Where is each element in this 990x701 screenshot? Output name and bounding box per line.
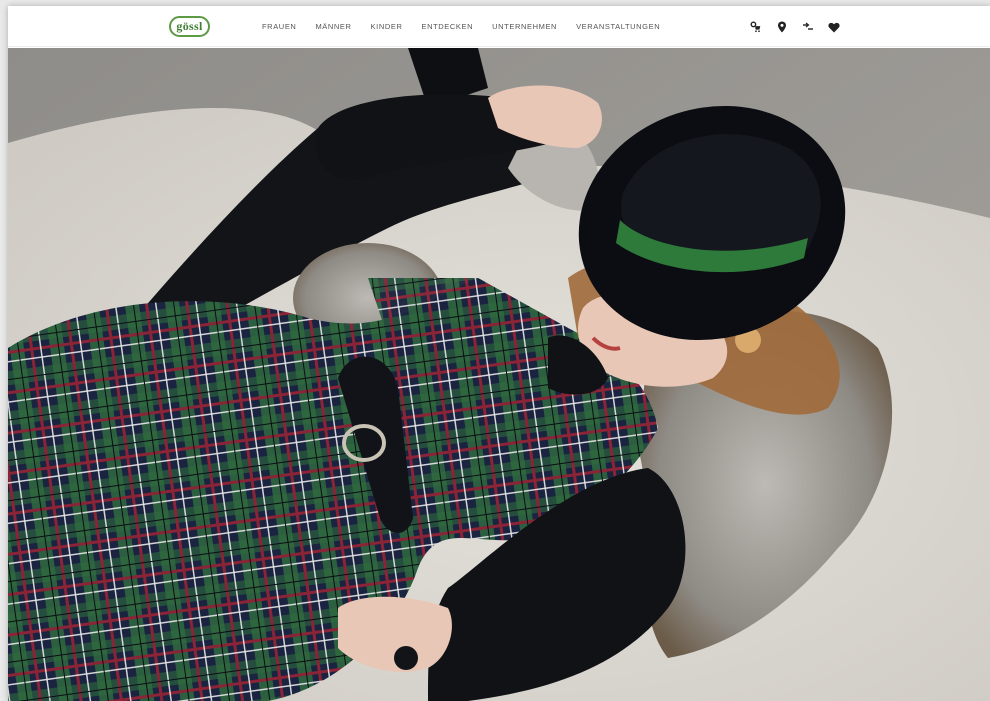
bracelet (394, 646, 418, 670)
heart-icon[interactable] (828, 21, 840, 33)
brand-logo[interactable]: gössl (169, 16, 210, 37)
browser-page: gössl FRAUEN MÄNNER KINDER ENTDECKEN UNT… (8, 6, 990, 701)
hero-campaign-image (8, 48, 990, 701)
hero-photo-illustration (8, 48, 990, 701)
nav-item-unternehmen[interactable]: UNTERNEHMEN (492, 22, 557, 31)
nav-item-entdecken[interactable]: ENTDECKEN (421, 22, 473, 31)
top-navigation-bar: gössl FRAUEN MÄNNER KINDER ENTDECKEN UNT… (8, 6, 990, 47)
nav-item-veranstaltungen[interactable]: VERANSTALTUNGEN (576, 22, 660, 31)
main-navigation: FRAUEN MÄNNER KINDER ENTDECKEN UNTERNEHM… (262, 6, 679, 47)
brand-logo-text: gössl (176, 19, 203, 33)
nav-item-kinder[interactable]: KINDER (371, 22, 403, 31)
header-icon-group (750, 18, 854, 36)
nav-item-frauen[interactable]: FRAUEN (262, 22, 296, 31)
location-pin-icon[interactable] (776, 21, 788, 33)
nav-item-maenner[interactable]: MÄNNER (315, 22, 351, 31)
language-switch-icon[interactable] (802, 21, 814, 33)
cart-icon[interactable] (750, 21, 762, 33)
